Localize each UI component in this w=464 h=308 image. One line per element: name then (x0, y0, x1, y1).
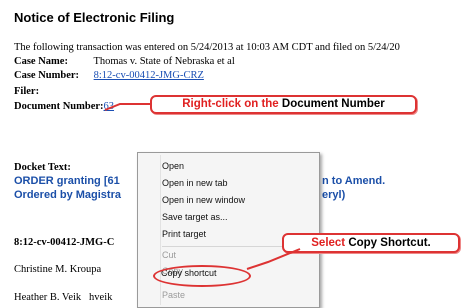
copy-shortcut-highlight (153, 265, 251, 287)
person-veik: Heather B. Veik hveik (14, 292, 112, 303)
docket-text-line2-right: eryl) (322, 189, 346, 201)
menu-item-open-new-tab[interactable]: Open in new tab (162, 178, 228, 188)
select-callout-emph: Copy Shortcut. (348, 237, 431, 249)
menu-item-open-new-window[interactable]: Open in new window (162, 195, 245, 205)
filer-label: Filer: (14, 86, 40, 97)
document-number-row: Document Number:63 (14, 101, 114, 112)
case-number-label: Case Number: (14, 70, 80, 81)
transaction-intro: The following transaction was entered on… (14, 42, 400, 53)
docket-text-label: Docket Text: (14, 162, 71, 173)
right-click-callout: Right-click on the Document Number (150, 95, 417, 114)
menu-item-paste[interactable]: Paste (162, 290, 185, 300)
menu-item-open[interactable]: Open (162, 161, 184, 171)
right-click-callout-emph: Document Number (281, 98, 385, 110)
menu-gutter (160, 155, 161, 305)
right-click-callout-prefix: Right-click on the (182, 98, 282, 110)
docket-text-line2-left: Ordered by Magistra (14, 189, 121, 201)
person-veik-name: Heather B. Veik (14, 292, 82, 303)
docket-text-line1-right: n to Amend. (322, 175, 386, 187)
case-name-row: Case Name: Thomas v. State of Nebraska e… (14, 56, 235, 67)
page-title: Notice of Electronic Filing (14, 10, 175, 25)
case-number-heading: 8:12-cv-00412-JMG-C (14, 237, 115, 248)
document-number-link[interactable]: 63 (104, 101, 115, 112)
person-veik-extra: hveik (89, 292, 113, 303)
select-callout-prefix: Select (311, 237, 349, 249)
menu-item-save-target[interactable]: Save target as... (162, 212, 228, 222)
filer-row: Filer: (14, 86, 39, 97)
menu-item-cut[interactable]: Cut (162, 250, 176, 260)
case-number-row: Case Number: 8:12-cv-00412-JMG-CRZ (14, 70, 204, 81)
case-name-label: Case Name: (14, 56, 68, 67)
person-kroupa: Christine M. Kroupa (14, 264, 102, 275)
menu-item-print-target[interactable]: Print target (162, 229, 206, 239)
document-number-label: Document Number: (14, 101, 104, 112)
docket-text-line1-left: ORDER granting [61 (14, 175, 120, 187)
case-name-value: Thomas v. State of Nebraska et al (93, 56, 235, 67)
select-callout: Select Copy Shortcut. (282, 233, 460, 253)
case-number-link[interactable]: 8:12-cv-00412-JMG-CRZ (94, 70, 204, 81)
